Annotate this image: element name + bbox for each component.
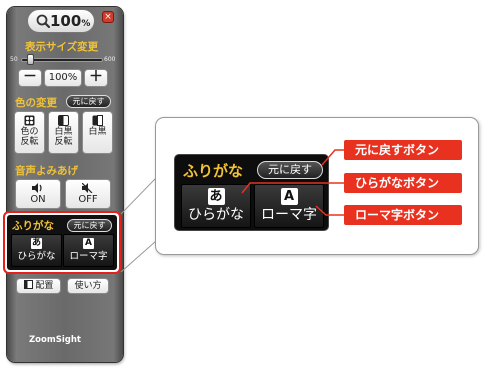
- annotation-romaji-button: ローマ字ボタン: [344, 205, 462, 225]
- annotation-reset-button: 元に戻すボタン: [344, 140, 462, 160]
- annotation-hiragana-button: ひらがなボタン: [344, 173, 462, 193]
